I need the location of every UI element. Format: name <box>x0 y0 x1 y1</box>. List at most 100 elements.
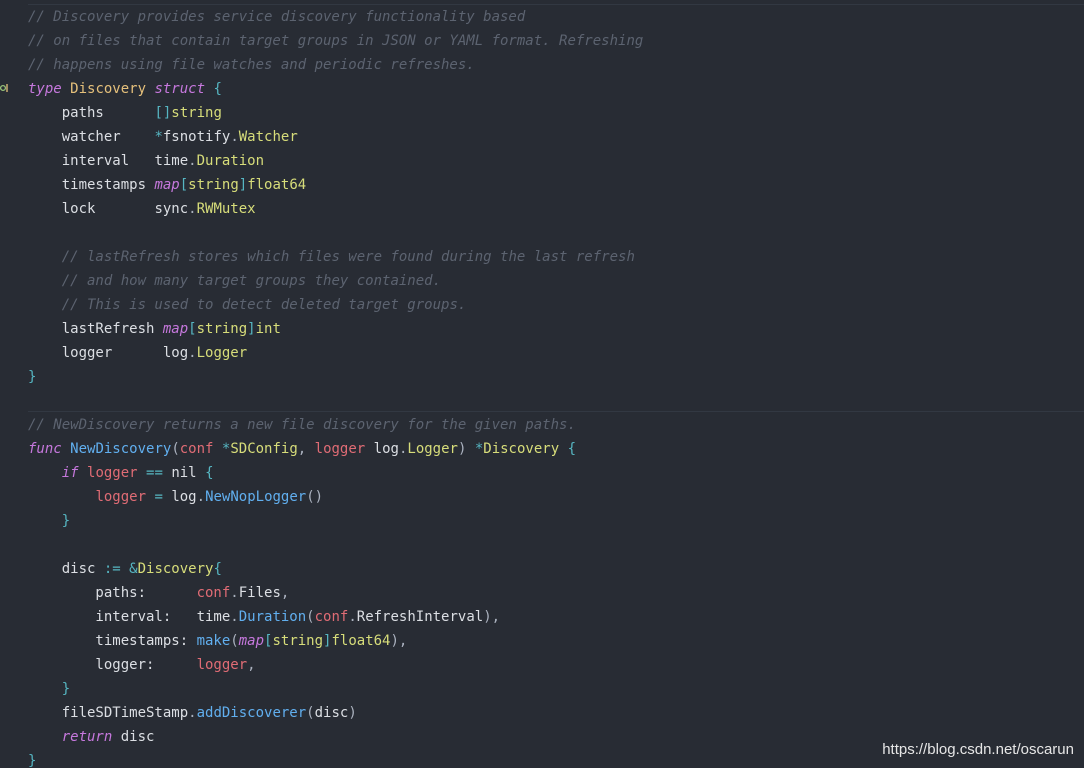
code-token-punct <box>138 465 146 481</box>
code-token-punct <box>28 513 62 529</box>
code-token-op: [ <box>179 177 189 193</box>
code-line[interactable]: paths: conf.Files, <box>28 581 289 605</box>
code-token-ident: fsnotify <box>162 129 231 145</box>
code-token-ident: interval: <box>28 609 197 625</box>
code-line[interactable]: timestamps map[string]float64 <box>28 173 307 197</box>
code-line[interactable]: lastRefresh map[string]int <box>28 317 281 341</box>
code-token-punct: ) <box>348 705 357 721</box>
code-token-punct: ( <box>306 609 315 625</box>
implements-interface-icon[interactable] <box>0 81 10 95</box>
code-token-op: * <box>154 129 163 145</box>
code-token-func: make <box>196 633 231 649</box>
code-token-ident: timestamps <box>28 177 155 193</box>
code-token-comment: // and how many target groups they conta… <box>61 273 442 289</box>
code-token-ident: log <box>171 489 197 505</box>
code-token-comment: // Discovery provides service discovery … <box>28 9 526 25</box>
code-token-builtin: RWMutex <box>196 201 256 217</box>
code-line[interactable]: // This is used to detect deleted target… <box>28 293 467 317</box>
code-line[interactable]: disc := &Discovery{ <box>28 557 222 581</box>
code-token-builtin: string <box>171 105 222 121</box>
code-token-type: Discovery <box>70 81 147 97</box>
code-token-ident: paths: <box>28 585 197 601</box>
code-token-punct <box>213 441 221 457</box>
code-token-op: := <box>103 561 121 577</box>
code-line[interactable]: interval: time.Duration(conf.RefreshInte… <box>28 605 500 629</box>
code-line[interactable]: logger log.Logger <box>28 341 247 365</box>
code-token-builtin: Discovery <box>137 561 214 577</box>
code-line[interactable]: func NewDiscovery(conf * SDConfig, logger… <box>28 437 576 461</box>
code-line[interactable]: watcher *fsnotify.Watcher <box>28 125 298 149</box>
code-token-param: conf <box>314 609 349 625</box>
code-line[interactable]: // lastRefresh stores which files were f… <box>28 245 635 269</box>
code-line[interactable]: paths []string <box>28 101 222 125</box>
code-line[interactable]: // NewDiscovery returns a new file disco… <box>28 413 576 437</box>
code-token-punct <box>28 249 62 265</box>
code-token-ident: lock <box>28 201 155 217</box>
code-token-punct: . <box>196 489 206 505</box>
code-token-ident: RefreshInterval <box>356 609 484 625</box>
code-token-punct <box>121 561 129 577</box>
code-line[interactable]: type Discovery struct { <box>28 77 222 101</box>
code-token-param: logger <box>95 489 147 505</box>
code-token-punct <box>197 465 205 481</box>
code-token-brace: } <box>61 513 71 529</box>
code-token-op: = <box>154 489 163 505</box>
code-line[interactable]: } <box>28 509 70 533</box>
code-line[interactable]: lock sync.RWMutex <box>28 197 256 221</box>
code-token-op: ] <box>238 177 248 193</box>
code-line[interactable]: return disc <box>28 725 155 749</box>
code-token-op: & <box>129 561 138 577</box>
code-line[interactable]: } <box>28 749 36 768</box>
code-token-punct: ( <box>230 633 239 649</box>
code-line[interactable]: // Discovery provides service discovery … <box>28 5 525 29</box>
code-line[interactable]: } <box>28 365 36 389</box>
code-token-punct <box>28 273 62 289</box>
code-token-ident: fileSDTimeStamp <box>28 705 189 721</box>
code-token-func: addDiscoverer <box>196 705 307 721</box>
code-token-func: NewNopLogger <box>205 489 307 505</box>
code-token-op: ] <box>247 321 256 337</box>
code-line[interactable]: // happens using file watches and period… <box>28 53 475 77</box>
code-line[interactable]: // on files that contain target groups i… <box>28 29 643 53</box>
code-token-punct: . <box>230 585 239 601</box>
code-token-param: logger <box>196 657 248 673</box>
code-line[interactable]: logger: logger, <box>28 653 255 677</box>
code-token-punct <box>28 297 62 313</box>
code-token-punct <box>62 441 70 457</box>
code-token-ident: interval <box>28 153 155 169</box>
code-token-ident: disc <box>112 729 155 745</box>
code-token-brace: { <box>567 441 576 457</box>
code-token-keyword: return <box>61 729 113 745</box>
code-token-brace: { <box>213 81 222 97</box>
code-line[interactable]: // and how many target groups they conta… <box>28 269 441 293</box>
code-token-op: * <box>474 441 484 457</box>
code-token-keyword: map <box>238 633 265 649</box>
code-token-ident: disc <box>28 561 104 577</box>
code-token-func: Duration <box>238 609 307 625</box>
code-token-ident: sync <box>154 201 189 217</box>
code-token-punct <box>28 465 62 481</box>
code-line[interactable]: timestamps: make(map[string]float64), <box>28 629 407 653</box>
code-token-builtin: Watcher <box>238 129 298 145</box>
code-token-punct <box>79 465 87 481</box>
code-token-brace: } <box>28 753 37 768</box>
code-line[interactable]: } <box>28 677 70 701</box>
code-token-ident: log <box>162 345 189 361</box>
code-token-brace: { <box>213 561 222 577</box>
code-token-punct: , <box>297 441 315 457</box>
code-token-keyword: func <box>28 441 62 457</box>
code-line[interactable]: interval time.Duration <box>28 149 264 173</box>
code-token-punct: . <box>188 153 197 169</box>
code-editor[interactable]: // Discovery provides service discovery … <box>0 0 1084 768</box>
code-token-punct: . <box>230 129 239 145</box>
code-token-op: == <box>146 465 163 481</box>
code-token-builtin: float64 <box>331 633 391 649</box>
code-line[interactable]: if logger == nil { <box>28 461 214 485</box>
code-line[interactable]: logger = log.NewNopLogger() <box>28 485 323 509</box>
code-token-builtin: string <box>272 633 324 649</box>
code-token-builtin: int <box>255 321 281 337</box>
code-token-ident: time <box>154 153 189 169</box>
code-line[interactable]: fileSDTimeStamp.addDiscoverer(disc) <box>28 701 357 725</box>
code-token-op: [] <box>154 105 172 121</box>
code-token-keyword: type <box>28 81 62 97</box>
